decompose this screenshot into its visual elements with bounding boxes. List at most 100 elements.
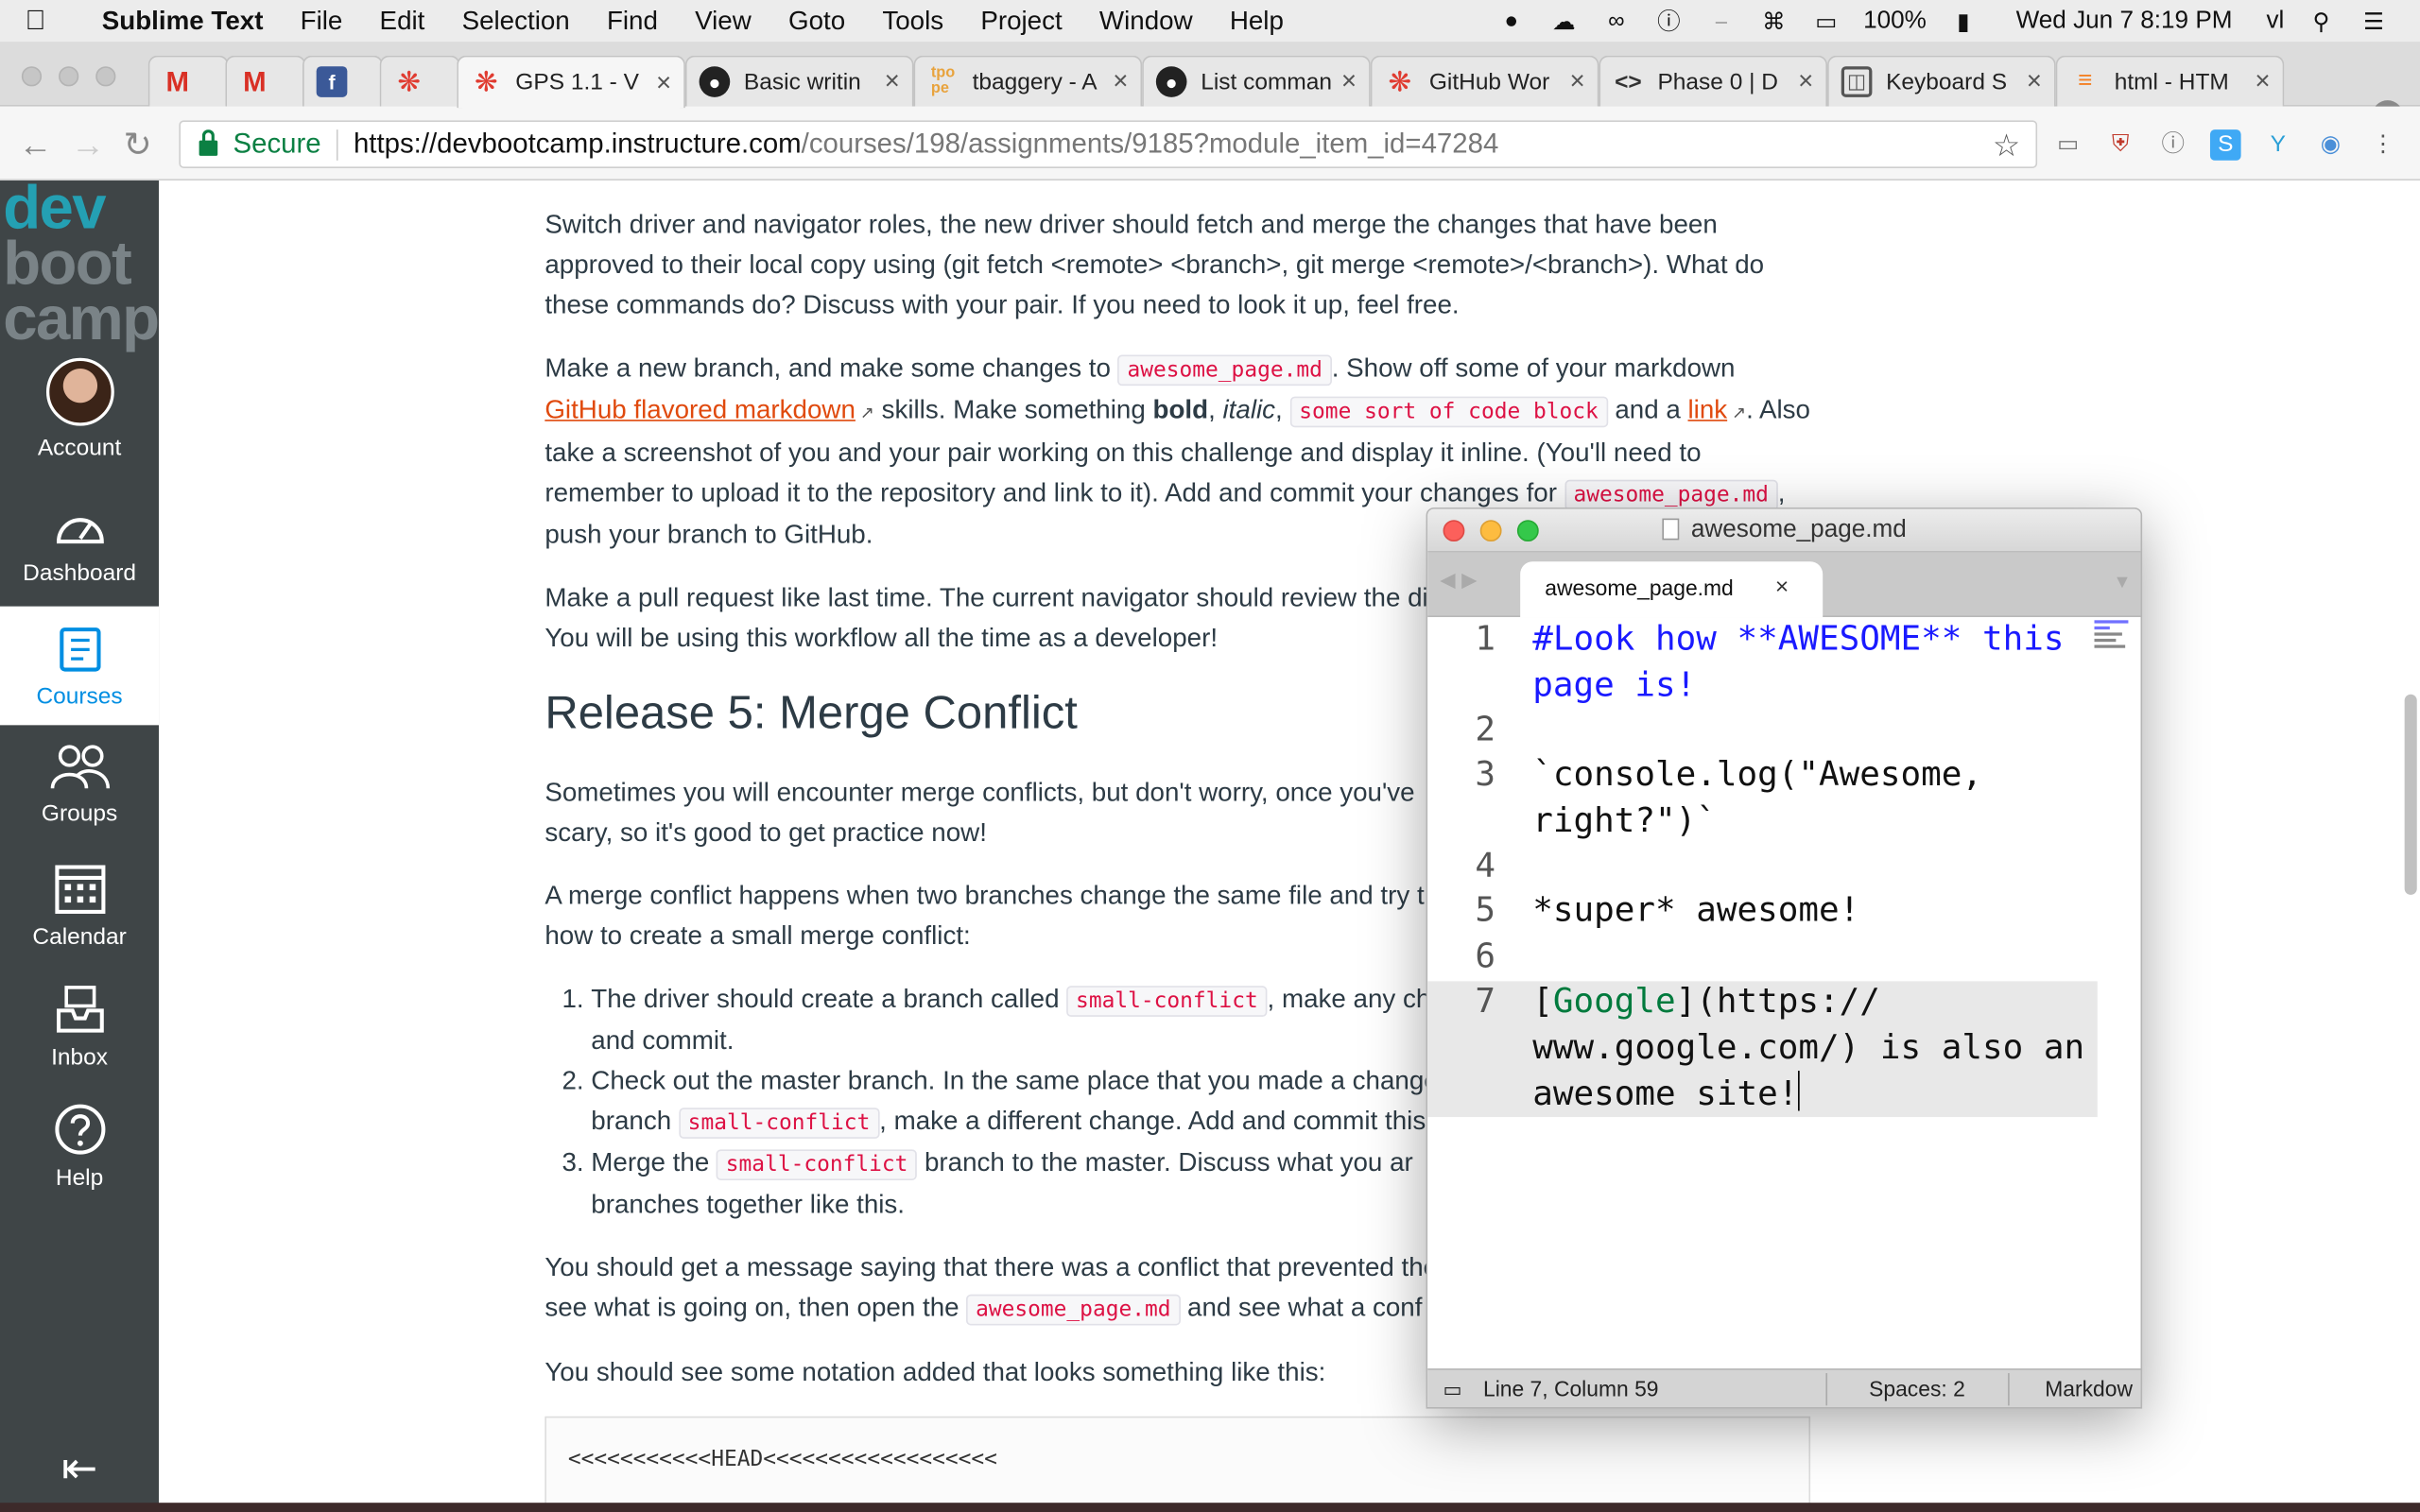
nav-inbox[interactable]: Inbox [0,983,159,1071]
github-markdown-link[interactable]: GitHub flavored markdown [544,395,856,424]
battery-icon[interactable]: ▮ [1948,7,1979,35]
nav-courses[interactable]: Courses [0,606,160,726]
notification-center-icon[interactable]: ☰ [2359,7,2390,35]
code-editor[interactable]: 1 #Look how **AWESOME** this page is! 2 … [1427,617,2141,1370]
tab-close-icon[interactable]: × [885,66,900,97]
menubar-clock[interactable]: Wed Jun 7 8:19 PM [2016,7,2233,34]
nav-groups[interactable]: Groups [0,742,159,827]
tab-close-icon[interactable]: × [1570,66,1585,97]
screen:  Sublime Text File Edit Selection Find … [0,0,2420,1512]
link-link[interactable]: link [1688,395,1728,424]
cast-icon[interactable]: ▭ [2052,129,2083,161]
address-bar[interactable]: Secure https://devbootcamp.instructure.c… [179,120,2038,168]
tab-close-icon[interactable]: × [1113,66,1128,97]
menu-app-name[interactable]: Sublime Text [71,6,282,37]
skype-extension-icon[interactable]: S [2209,129,2241,161]
browser-tab[interactable]: ❋ [379,55,460,107]
menu-project[interactable]: Project [962,6,1081,37]
browser-tab[interactable]: ● Basic writin × [684,55,914,107]
browser-tab[interactable]: ● List comman × [1142,55,1371,107]
tab-list-dropdown-icon[interactable]: ▼ [2113,571,2131,593]
hamster-icon[interactable]: ● [1495,7,1527,34]
browser-tab[interactable]: tpo pe tbaggery - A × [913,55,1143,107]
collapse-nav-icon[interactable]: ⇤ [0,1443,159,1494]
editor-line: `console.log("Awesome, [1532,755,1982,795]
menu-window[interactable]: Window [1080,6,1211,37]
window-zoom-button[interactable] [95,66,116,87]
info-extension-icon[interactable]: ⓘ [2157,129,2188,161]
spotlight-search-icon[interactable]: ⚲ [2306,7,2337,35]
y-extension-icon[interactable]: Y [2262,129,2293,161]
menu-goto[interactable]: Goto [769,6,863,37]
browser-tab[interactable]: ◫ Keyboard S × [1827,55,2056,107]
editor-line: www.google.com/) is also an [1532,1028,2085,1067]
inbox-icon [56,986,103,1033]
indentation-setting[interactable]: Spaces: 2 [1869,1370,1965,1407]
reload-icon[interactable]: ↻ [124,125,152,164]
menu-help[interactable]: Help [1211,6,1302,37]
minimize-button[interactable] [1479,520,1502,542]
browser-tab[interactable]: f [302,55,383,107]
chrome-menu-icon[interactable]: ⋮ [2367,129,2398,161]
cloud-icon[interactable]: ☁ [1548,7,1580,35]
browser-tab[interactable]: M [225,55,306,107]
panel-toggle-icon[interactable]: ▭ [1443,1370,1462,1407]
menu-find[interactable]: Find [588,6,676,37]
window-close-button[interactable] [21,66,43,87]
zoom-button[interactable] [1516,520,1539,542]
tab-close-icon[interactable]: × [656,67,671,98]
browser-tab-active[interactable]: ❋ GPS 1.1 - V × [457,55,685,109]
logo-line: camp [3,285,160,353]
tab-close-icon[interactable]: × [2027,66,2042,97]
page-scrollbar[interactable] [2404,694,2417,895]
info-icon[interactable]: ⓘ [1653,7,1685,36]
nav-help[interactable]: Help [0,1103,159,1191]
sublime-tab[interactable]: awesome_page.md × [1520,561,1824,618]
airplay-icon[interactable]: ▭ [1811,7,1842,35]
menu-view[interactable]: View [677,6,770,37]
apple-icon[interactable]:  [0,5,71,37]
browser-tab[interactable]: ≡ html - HTM × [2055,55,2285,107]
tab-scroll-arrows-icon[interactable]: ◀▶ [1440,568,1483,593]
minimap[interactable] [2094,617,2141,679]
line-number: 7 [1475,982,1496,1022]
menubar-user[interactable]: vl [2266,7,2284,34]
nav-dashboard[interactable]: Dashboard [0,505,159,586]
wifi-icon[interactable]: ⌘ [1758,7,1789,35]
tab-close-icon[interactable]: × [2255,66,2270,97]
window-title: awesome_page.md [1690,516,1907,543]
line-number: 5 [1475,891,1496,931]
back-arrow-icon[interactable]: ← [19,125,53,164]
window-minimize-button[interactable] [59,66,79,87]
menu-tools[interactable]: Tools [864,6,962,37]
browser-tab[interactable]: ❋ GitHub Wor × [1370,55,1599,107]
menu-selection[interactable]: Selection [443,6,588,37]
inline-code: small-conflict [678,1108,880,1139]
bookmark-star-icon[interactable]: ☆ [1993,127,2020,165]
nav-account[interactable]: Account [0,357,159,463]
forward-arrow-icon[interactable]: → [71,125,105,164]
nav-calendar[interactable]: Calendar [0,859,159,951]
sublime-status-bar: ▭ Line 7, Column 59 Spaces: 2 Markdow [1427,1368,2141,1407]
tab-close-icon[interactable]: × [1341,66,1357,97]
tab-close-icon[interactable]: × [1775,561,1789,614]
menu-file[interactable]: File [282,6,361,37]
sublime-tab-bar: ◀▶ awesome_page.md × ▼ [1427,552,2141,618]
ublock-extension-icon[interactable]: ⛨ [2105,129,2136,161]
inline-code: awesome_page.md [1564,479,1778,511]
circle-extension-icon[interactable]: ◉ [2315,129,2346,161]
glasses-icon[interactable]: ∞ [1601,7,1633,34]
nav-label: Courses [36,683,123,711]
status-divider [1825,1373,1828,1406]
bluetooth-icon[interactable] [1706,7,1737,34]
address-divider [336,129,338,160]
tab-close-icon[interactable]: × [1798,66,1813,97]
code-block: <<<<<<<<<<<HEAD<<<<<<<<<<<<<<<<<< [544,1416,1811,1512]
syntax-setting[interactable]: Markdow [2045,1370,2133,1407]
menu-edit[interactable]: Edit [361,6,443,37]
browser-tab[interactable]: M [147,55,229,107]
devbootcamp-logo[interactable]: dev boot camp [3,178,160,353]
close-button[interactable] [1443,520,1465,542]
lock-icon [199,129,218,156]
browser-tab[interactable]: <> Phase 0 | D × [1599,55,1828,107]
